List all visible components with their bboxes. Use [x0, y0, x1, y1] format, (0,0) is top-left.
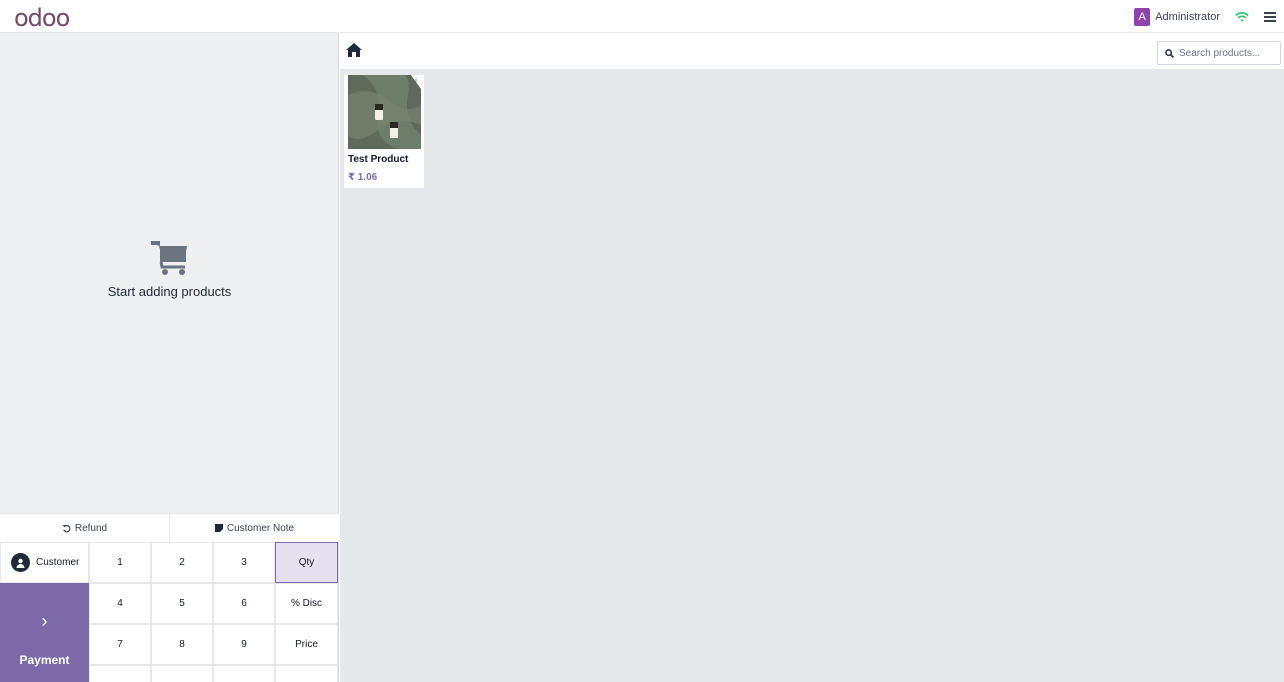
numpad-key-9[interactable]: 9 [213, 624, 275, 665]
empty-cart-state: Start adding products [0, 238, 339, 299]
payment-button[interactable]: › Payment [0, 583, 89, 682]
wifi-icon [1235, 12, 1249, 22]
control-buttons: Refund Customer Note [0, 513, 339, 542]
product-name: Test Product [348, 154, 409, 165]
search-icon [1165, 48, 1174, 58]
product-screen: i Test Product ₹ 1.06 [340, 33, 1284, 682]
menu-icon[interactable] [1264, 12, 1276, 22]
search-input[interactable] [1179, 47, 1274, 59]
numpad-key-partial[interactable] [275, 665, 338, 682]
top-right-area: A Administrator [1134, 7, 1276, 27]
cart-icon [150, 241, 187, 275]
numpad-key-4[interactable]: 4 [89, 583, 151, 624]
numpad-key-2[interactable]: 2 [151, 542, 213, 583]
undo-icon [62, 524, 71, 532]
empty-order-message: Start adding products [107, 284, 232, 299]
customer-button[interactable]: Customer [0, 542, 89, 583]
numpad-key-3[interactable]: 3 [213, 542, 275, 583]
numpad-key-8[interactable]: 8 [151, 624, 213, 665]
product-price: ₹ 1.06 [348, 172, 378, 183]
customer-note-button[interactable]: Customer Note [170, 514, 339, 542]
odoo-logo: odoo [14, 4, 70, 32]
top-bar: odoo A Administrator [0, 0, 1284, 33]
price-mode-button[interactable]: Price [275, 624, 338, 665]
refund-label: Refund [74, 522, 108, 534]
qty-mode-button[interactable]: Qty [275, 542, 338, 583]
numpad-key-partial[interactable] [151, 665, 213, 682]
order-panel: Start adding products Refund Customer No… [0, 33, 339, 682]
payment-label: Payment [19, 653, 70, 667]
numpad-key-partial[interactable] [213, 665, 275, 682]
product-image: i [348, 75, 421, 149]
numpad-key-partial[interactable] [89, 665, 151, 682]
home-icon[interactable] [346, 43, 362, 57]
numpad-key-6[interactable]: 6 [213, 583, 275, 624]
products-toolbar [340, 33, 1284, 70]
numpad-key-5[interactable]: 5 [151, 583, 213, 624]
chevron-right-icon: › [41, 611, 48, 631]
user-avatar[interactable]: A [1134, 8, 1151, 26]
user-name[interactable]: Administrator [1155, 11, 1220, 23]
product-card[interactable]: i Test Product ₹ 1.06 [343, 74, 425, 189]
customer-label: Customer [36, 557, 80, 568]
product-search[interactable] [1157, 41, 1281, 65]
note-icon [214, 524, 223, 532]
user-icon [11, 553, 30, 572]
numpad-key-1[interactable]: 1 [89, 542, 151, 583]
numpad-key-7[interactable]: 7 [89, 624, 151, 665]
refund-button[interactable]: Refund [0, 514, 170, 542]
customer-note-label: Customer Note [226, 522, 295, 534]
numpad: Customer › Payment 1 2 3 Qty 4 5 6 % Dis… [0, 542, 339, 682]
discount-mode-button[interactable]: % Disc [275, 583, 338, 624]
